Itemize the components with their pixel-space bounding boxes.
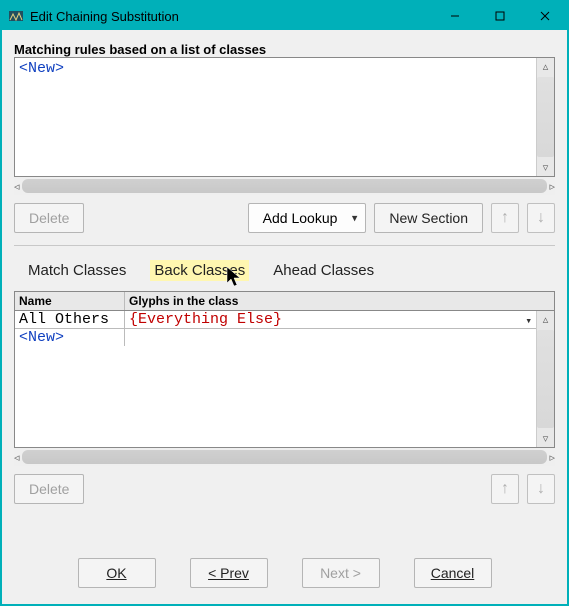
class-move-up-button[interactable]: ↑: [491, 474, 519, 504]
titlebar[interactable]: Edit Chaining Substitution: [2, 2, 567, 30]
rules-vscroll[interactable]: ▵ ▿: [536, 58, 554, 176]
window-title: Edit Chaining Substitution: [30, 9, 432, 24]
rules-list[interactable]: <New> ▵ ▿: [14, 57, 555, 177]
scroll-htrack[interactable]: [22, 179, 548, 193]
new-section-button[interactable]: New Section: [374, 203, 483, 233]
class-table[interactable]: All Others {Everything Else} ▾ <New> ▵ ▿: [14, 310, 555, 448]
chevron-down-icon[interactable]: ▾: [525, 314, 532, 328]
delete-class-button[interactable]: Delete: [14, 474, 84, 504]
ok-button[interactable]: OK: [78, 558, 156, 588]
minimize-button[interactable]: [432, 2, 477, 30]
table-row-new[interactable]: <New>: [15, 329, 536, 346]
scroll-htrack[interactable]: [22, 450, 548, 464]
scroll-down-icon[interactable]: ▿: [543, 430, 549, 447]
delete-rule-button[interactable]: Delete: [14, 203, 84, 233]
row-name[interactable]: All Others: [15, 311, 125, 329]
rules-label: Matching rules based on a list of classe…: [14, 42, 555, 57]
class-hscroll[interactable]: ◃ ▹: [14, 448, 555, 466]
scroll-track[interactable]: [537, 330, 554, 428]
next-button[interactable]: Next >: [302, 558, 380, 588]
tab-back-classes[interactable]: Back Classes: [150, 260, 249, 281]
class-table-header: Name Glyphs in the class: [14, 291, 555, 310]
scroll-track[interactable]: [537, 77, 554, 157]
col-glyphs-header: Glyphs in the class: [125, 292, 554, 310]
move-down-button[interactable]: ↓: [527, 203, 555, 233]
rules-hscroll[interactable]: ◃ ▹: [14, 177, 555, 195]
client-area: Matching rules based on a list of classe…: [2, 30, 567, 604]
scroll-up-icon[interactable]: ▵: [543, 58, 549, 75]
prev-button[interactable]: < Prev: [190, 558, 268, 588]
scroll-down-icon[interactable]: ▿: [543, 159, 549, 176]
tab-match-classes[interactable]: Match Classes: [24, 260, 130, 281]
scroll-up-icon[interactable]: ▵: [543, 311, 549, 328]
maximize-button[interactable]: [477, 2, 522, 30]
tab-back-label: Back Classes: [154, 262, 245, 279]
divider: [14, 245, 555, 246]
scroll-right-icon[interactable]: ▹: [549, 178, 555, 195]
row-new-name[interactable]: <New>: [15, 329, 125, 346]
row-glyphs-text: {Everything Else}: [129, 311, 282, 328]
dialog-window: Edit Chaining Substitution Matching rule…: [0, 0, 569, 606]
tab-ahead-classes[interactable]: Ahead Classes: [269, 260, 378, 281]
add-lookup-label: Add Lookup: [263, 210, 338, 226]
class-vscroll[interactable]: ▵ ▿: [536, 311, 554, 447]
chevron-down-icon: ▾: [352, 212, 358, 225]
cancel-button[interactable]: Cancel: [414, 558, 492, 588]
class-tabs: Match Classes Back Classes Ahead Classes: [14, 256, 555, 291]
dialog-footer: OK < Prev Next > Cancel: [14, 544, 555, 594]
row-glyphs[interactable]: {Everything Else} ▾: [125, 311, 536, 329]
close-button[interactable]: [522, 2, 567, 30]
scroll-left-icon[interactable]: ◃: [14, 449, 20, 466]
table-row[interactable]: All Others {Everything Else} ▾: [15, 311, 536, 329]
class-move-down-button[interactable]: ↓: [527, 474, 555, 504]
scroll-right-icon[interactable]: ▹: [549, 449, 555, 466]
add-lookup-dropdown[interactable]: Add Lookup ▾: [248, 203, 367, 233]
scroll-left-icon[interactable]: ◃: [14, 178, 20, 195]
rules-new-item[interactable]: <New>: [19, 60, 64, 77]
move-up-button[interactable]: ↑: [491, 203, 519, 233]
app-icon: [8, 8, 24, 24]
row-new-glyphs[interactable]: [125, 329, 536, 346]
col-name-header: Name: [15, 292, 125, 310]
